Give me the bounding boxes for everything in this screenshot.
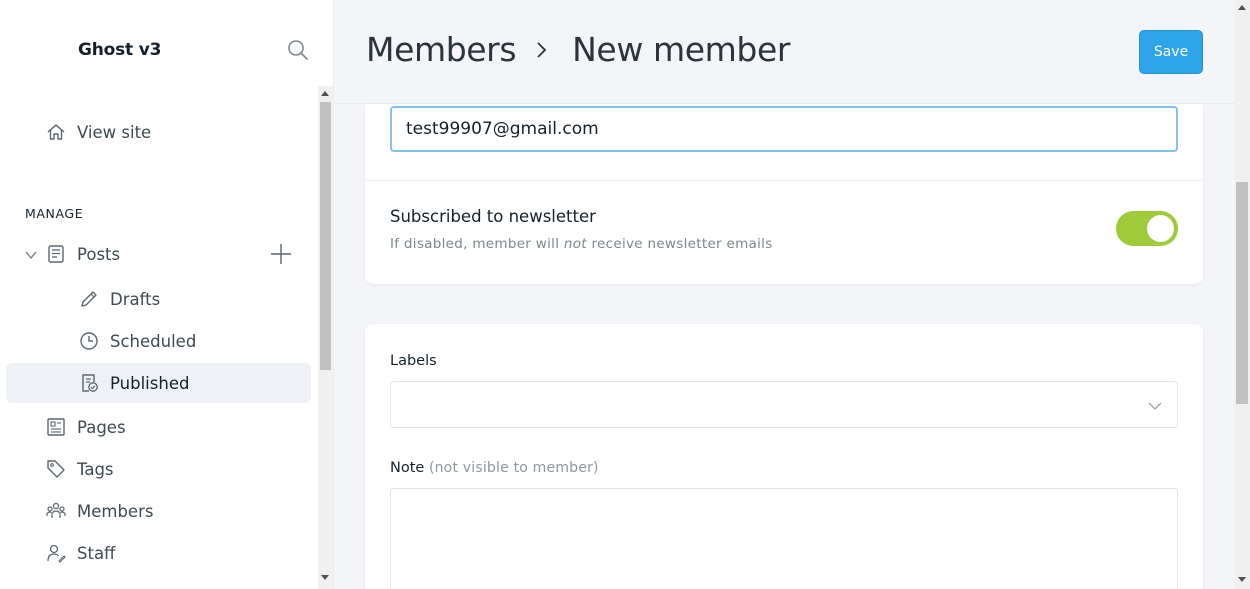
sidebar-item-label: Tags (77, 459, 114, 479)
sidebar-item-label: Published (110, 373, 190, 393)
page-title: New member (572, 30, 791, 69)
main-scrollbar[interactable] (1235, 0, 1250, 589)
pages-icon (45, 416, 67, 438)
breadcrumb-members-link[interactable]: Members (366, 30, 517, 69)
sidebar-item-members[interactable]: Members (45, 500, 153, 522)
sidebar-item-pages[interactable]: Pages (45, 416, 126, 438)
scroll-up-arrow-icon[interactable] (1238, 5, 1246, 10)
sidebar: Ghost v3 View site MANAGE Posts Drafts S… (0, 0, 334, 589)
toggle-knob (1147, 215, 1174, 242)
clock-icon (78, 330, 100, 352)
sidebar-item-posts[interactable]: Posts (45, 243, 120, 265)
members-icon (45, 500, 67, 522)
note-hint: (not visible to member) (428, 460, 599, 476)
sidebar-item-staff[interactable]: Staff (45, 542, 115, 564)
sidebar-item-label: Drafts (110, 289, 161, 309)
breadcrumb: Members New member (366, 30, 790, 69)
scroll-up-arrow-icon[interactable] (321, 91, 329, 96)
newsletter-title: Subscribed to newsletter (390, 207, 596, 226)
chevron-right-icon (532, 40, 552, 60)
save-button[interactable]: Save (1139, 30, 1203, 74)
labels-label: Labels (390, 353, 437, 369)
sidebar-item-label: Scheduled (110, 331, 197, 351)
email-field[interactable]: test99907@gmail.com (390, 106, 1178, 152)
sidebar-item-view-site[interactable]: View site (45, 121, 151, 143)
sidebar-item-label: Posts (77, 244, 121, 264)
sidebar-item-scheduled[interactable]: Scheduled (78, 330, 196, 352)
sidebar-scroll-thumb[interactable] (320, 102, 331, 370)
chevron-down-icon (1147, 398, 1163, 414)
scroll-down-arrow-icon[interactable] (1238, 577, 1246, 582)
note-textarea[interactable] (390, 488, 1178, 589)
staff-icon (45, 542, 67, 564)
pencil-icon (78, 288, 100, 310)
posts-icon (45, 243, 67, 265)
sidebar-item-label: View site (77, 122, 152, 142)
newsletter-toggle[interactable] (1116, 211, 1178, 246)
search-icon[interactable] (286, 38, 310, 62)
scroll-down-arrow-icon[interactable] (321, 575, 329, 580)
sidebar-item-tags[interactable]: Tags (45, 458, 114, 480)
sidebar-scrollbar[interactable] (318, 86, 333, 589)
main-scroll-thumb[interactable] (1236, 182, 1248, 404)
add-post-icon[interactable] (270, 243, 292, 265)
sidebar-item-drafts[interactable]: Drafts (78, 288, 160, 310)
published-icon (78, 372, 100, 394)
note-label: Note (not visible to member) (390, 460, 599, 476)
sidebar-item-label: Members (77, 501, 154, 521)
section-label-manage: MANAGE (25, 206, 84, 221)
brand-title: Ghost v3 (78, 40, 162, 60)
home-icon (45, 121, 67, 143)
sidebar-item-label: Staff (77, 543, 116, 563)
newsletter-description: If disabled, member will not receive new… (390, 236, 773, 252)
labels-select[interactable] (390, 381, 1178, 428)
sidebar-item-label: Pages (77, 417, 126, 437)
tag-icon (45, 458, 67, 480)
card-divider (365, 180, 1203, 181)
sidebar-item-published[interactable]: Published (78, 372, 189, 394)
chevron-down-icon[interactable] (24, 247, 38, 261)
